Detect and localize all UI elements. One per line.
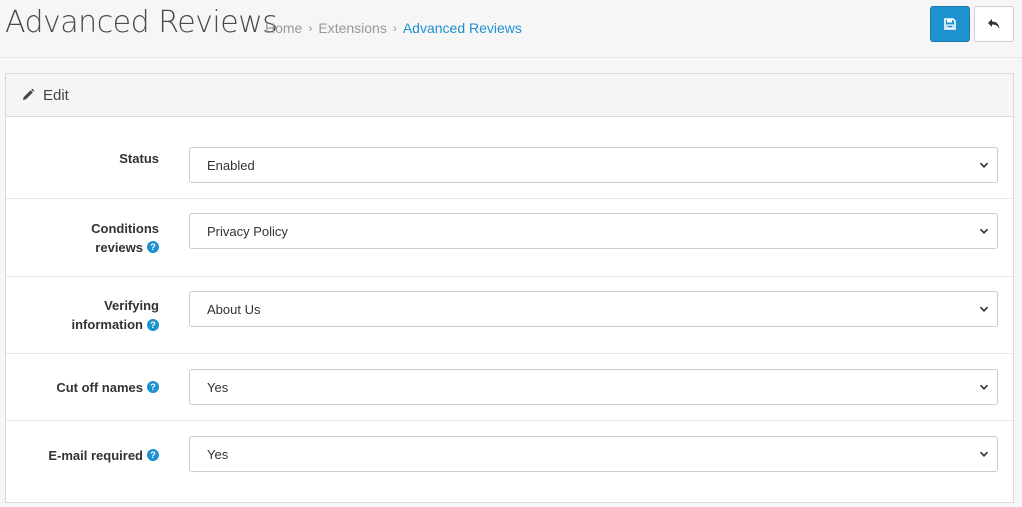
back-button[interactable] [974, 6, 1014, 42]
chevron-down-icon [979, 160, 989, 170]
status-select[interactable]: Enabled [189, 147, 998, 183]
chevron-down-icon [979, 449, 989, 459]
conditions-reviews-label-line2: reviews [95, 239, 143, 255]
help-icon[interactable]: ? [147, 318, 159, 331]
page-header: Advanced Reviews Home › Extensions › Adv… [0, 0, 1022, 58]
verifying-information-label: Verifying information ? [9, 277, 159, 353]
conditions-reviews-select[interactable]: Privacy Policy [189, 213, 998, 249]
chevron-down-icon [979, 304, 989, 314]
conditions-reviews-selected-value: Privacy Policy [207, 223, 288, 239]
breadcrumb-separator: › [308, 21, 313, 35]
status-label-text: Status [119, 150, 159, 166]
reply-icon [987, 18, 1001, 30]
form-row-verifying-information: Verifying information ? About Us [6, 277, 1013, 354]
breadcrumb-separator: › [392, 21, 397, 35]
cut-off-names-label-text: Cut off names [56, 379, 143, 395]
status-selected-value: Enabled [207, 157, 255, 173]
verifying-information-select[interactable]: About Us [189, 291, 998, 327]
conditions-reviews-label: Conditions reviews ? [9, 199, 159, 276]
email-required-selected-value: Yes [207, 446, 229, 462]
verifying-information-selected-value: About Us [207, 301, 261, 317]
page-title: Advanced Reviews [5, 5, 278, 40]
help-icon[interactable]: ? [147, 381, 159, 393]
verifying-information-label-line2: information [71, 317, 144, 332]
conditions-reviews-label-line2-wrap: reviews ? [95, 238, 159, 257]
form-row-email-required: E-mail required ? Yes [6, 421, 1013, 503]
breadcrumb-extensions[interactable]: Extensions [318, 19, 386, 37]
cut-off-names-select[interactable]: Yes [189, 369, 998, 405]
panel-heading: Edit [6, 74, 1013, 117]
conditions-reviews-label-line1: Conditions [91, 220, 159, 236]
breadcrumb-advanced-reviews[interactable]: Advanced Reviews [403, 19, 522, 37]
save-icon [944, 18, 956, 30]
form-row-conditions-reviews: Conditions reviews ? Privacy Policy [6, 199, 1013, 277]
email-required-label: E-mail required ? [9, 421, 159, 489]
help-icon[interactable]: ? [147, 241, 159, 253]
chevron-down-icon [979, 226, 989, 236]
help-icon[interactable]: ? [147, 449, 159, 461]
verifying-information-label-line2-wrap: information ? [71, 315, 159, 334]
breadcrumb: Home › Extensions › Advanced Reviews [265, 19, 522, 37]
form-row-cut-off-names: Cut off names ? Yes [6, 354, 1013, 421]
email-required-label-text: E-mail required [48, 447, 143, 463]
verifying-information-label-line1: Verifying [104, 298, 159, 313]
save-button[interactable] [930, 6, 970, 42]
cut-off-names-label-wrap: Cut off names ? [56, 378, 159, 397]
status-label: Status [9, 118, 159, 198]
pencil-icon [21, 88, 35, 102]
email-required-select[interactable]: Yes [189, 436, 998, 472]
email-required-label-wrap: E-mail required ? [48, 446, 159, 465]
cut-off-names-label: Cut off names ? [9, 354, 159, 420]
panel-title: Edit [43, 86, 69, 104]
cut-off-names-selected-value: Yes [207, 379, 229, 395]
edit-panel: Edit Status Enabled Conditions reviews ?… [5, 73, 1014, 503]
chevron-down-icon [979, 382, 989, 392]
form-row-status: Status Enabled [6, 118, 1013, 199]
breadcrumb-home[interactable]: Home [265, 19, 302, 37]
